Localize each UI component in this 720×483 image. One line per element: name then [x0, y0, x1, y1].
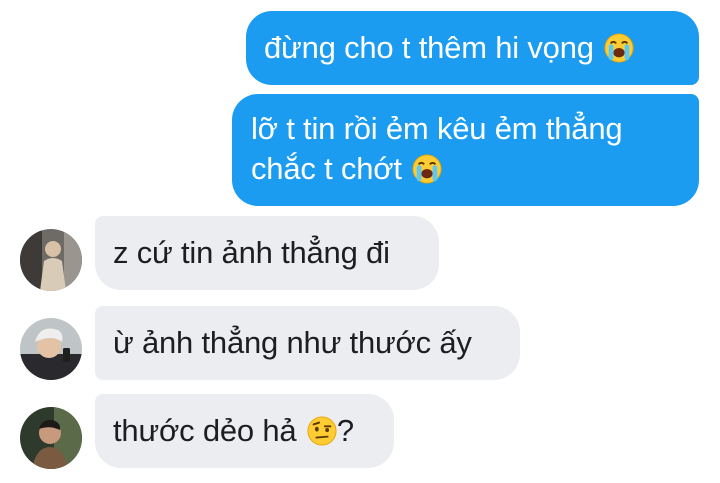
avatar-photo	[20, 318, 82, 380]
face-with-raised-eyebrow-icon	[307, 416, 337, 446]
loudly-crying-face-icon	[412, 154, 442, 184]
message-text: thước dẻo hả	[113, 413, 297, 448]
incoming-message-bubble[interactable]: z cứ tin ảnh thẳng đi	[95, 216, 439, 290]
avatar-photo	[20, 229, 82, 291]
incoming-message-bubble[interactable]: thước dẻo hả ?	[95, 394, 394, 468]
incoming-message-bubble[interactable]: ừ ảnh thẳng như thước ấy	[95, 306, 520, 380]
message-text: đừng cho t thêm hi vọng	[264, 30, 594, 65]
avatar[interactable]	[20, 407, 82, 469]
outgoing-message-bubble[interactable]: lỡ t tin rồi ẻm kêu ẻm thẳng chắc t chớt	[232, 94, 699, 206]
message-text-suffix: ?	[336, 413, 354, 448]
avatar-photo	[20, 407, 82, 469]
avatar[interactable]	[20, 229, 82, 291]
message-text: ừ ảnh thẳng như thước ấy	[113, 325, 472, 360]
message-text: z cứ tin ảnh thẳng đi	[113, 235, 390, 270]
avatar[interactable]	[20, 318, 82, 380]
outgoing-message-bubble[interactable]: đừng cho t thêm hi vọng	[246, 11, 699, 85]
loudly-crying-face-icon	[604, 33, 634, 63]
message-text-line: chắc t chớt	[251, 149, 699, 189]
message-text-line: lỡ t tin rồi ẻm kêu ẻm thẳng	[251, 111, 623, 146]
